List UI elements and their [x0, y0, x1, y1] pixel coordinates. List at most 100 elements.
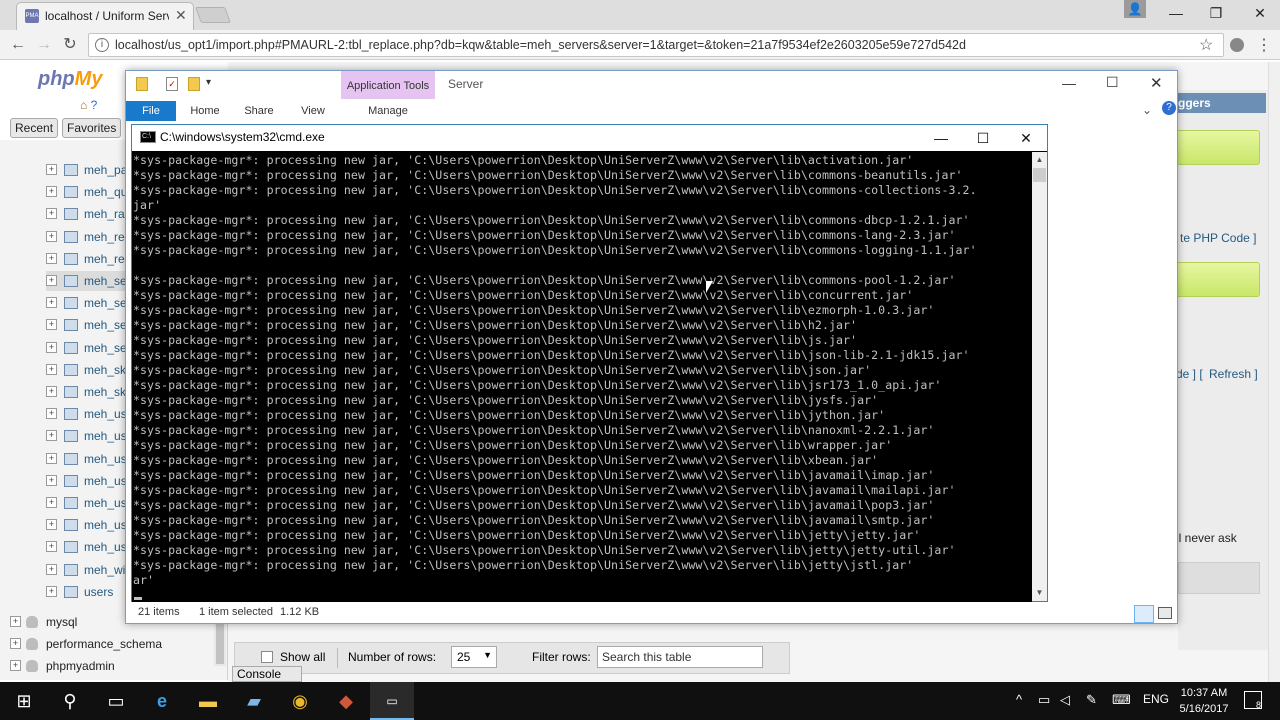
pen-icon[interactable]: ✎: [1086, 692, 1097, 708]
tab-close-icon[interactable]: ✕: [175, 7, 187, 24]
explorer-minimize-icon[interactable]: —: [1062, 75, 1076, 91]
expand-plus-icon[interactable]: +: [46, 341, 57, 353]
phpmyadmin-logo[interactable]: phpMy: [38, 68, 102, 91]
expand-plus-icon[interactable]: +: [46, 541, 57, 553]
forward-arrow-icon[interactable]: →: [34, 35, 54, 55]
cmd-scroll-thumb[interactable]: [1033, 168, 1046, 182]
large-icons-view-icon[interactable]: [1158, 607, 1172, 619]
cmd-minimize-icon[interactable]: —: [926, 128, 956, 148]
expand-plus-icon[interactable]: +: [10, 638, 21, 649]
taskbar-cmd-button[interactable]: ▭: [370, 682, 414, 720]
explorer-help-icon[interactable]: ?: [1162, 101, 1176, 115]
new-folder-icon[interactable]: [188, 77, 200, 91]
expand-plus-icon[interactable]: +: [46, 164, 57, 175]
browser-tab[interactable]: PMA localhost / Uniform Serve ✕: [16, 2, 194, 30]
close-icon[interactable]: ✕: [1248, 4, 1272, 22]
back-arrow-icon[interactable]: ←: [8, 35, 28, 55]
ribbon-tab-manage[interactable]: Manage: [341, 101, 435, 121]
ribbon-tab-view[interactable]: View: [290, 101, 336, 121]
expand-plus-icon[interactable]: +: [46, 208, 57, 220]
recent-button[interactable]: Recent: [10, 118, 59, 138]
cmd-console-output[interactable]: *sys-package-mgr*: processing new jar, '…: [132, 152, 1032, 602]
sidebar-item-database[interactable]: + performance_schema: [10, 634, 210, 654]
cmd-scrollbar[interactable]: ▲ ▼: [1032, 152, 1047, 601]
file-explorer-icon[interactable]: ▬: [194, 688, 222, 714]
expand-plus-icon[interactable]: +: [46, 386, 57, 397]
extension-icon[interactable]: [1230, 38, 1244, 52]
keyboard-icon[interactable]: ⌨: [1112, 692, 1131, 708]
ribbon-tab-file[interactable]: File: [126, 101, 176, 121]
ribbon-tab-share[interactable]: Share: [236, 101, 282, 121]
show-all-checkbox[interactable]: [261, 651, 273, 663]
sidebar-item-database[interactable]: + phpmyadmin: [10, 656, 210, 676]
language-indicator[interactable]: ENG: [1143, 692, 1169, 706]
console-toggle[interactable]: Console: [232, 666, 302, 682]
notes-app-icon[interactable]: ▰: [240, 688, 268, 714]
action-center-icon[interactable]: 8: [1244, 691, 1262, 710]
network-icon[interactable]: ▭: [1038, 692, 1050, 708]
details-view-icon[interactable]: [1134, 605, 1154, 623]
tab-triggers[interactable]: ggers: [1170, 93, 1266, 113]
cmd-maximize-icon[interactable]: ☐: [968, 128, 998, 148]
expand-plus-icon[interactable]: +: [46, 563, 57, 575]
expand-plus-icon[interactable]: +: [46, 585, 57, 597]
browser-tab-strip: PMA localhost / Uniform Serve ✕ 👤 — ❐ ✕: [0, 0, 1280, 30]
app-icon[interactable]: ◆: [332, 688, 360, 714]
table-icon: [64, 275, 78, 287]
properties-icon[interactable]: ✓: [166, 77, 178, 91]
explorer-maximize-icon[interactable]: ☐: [1106, 74, 1119, 91]
restore-icon[interactable]: ❐: [1204, 4, 1228, 22]
edge-browser-icon[interactable]: e: [148, 688, 176, 714]
scroll-up-arrow-icon[interactable]: ▲: [1032, 152, 1047, 168]
minimize-icon[interactable]: —: [1164, 4, 1188, 22]
info-icon[interactable]: i: [95, 38, 109, 52]
expand-plus-icon[interactable]: +: [46, 186, 57, 198]
address-bar[interactable]: i localhost/us_opt1/import.php#PMAURL-2:…: [88, 33, 1224, 57]
favorites-button[interactable]: Favorites: [62, 118, 122, 138]
user-profile-icon[interactable]: 👤: [1124, 0, 1146, 18]
filter-rows-input[interactable]: Search this table: [597, 646, 763, 668]
windows-start-icon[interactable]: ⊞: [10, 688, 38, 714]
taskbar-clock[interactable]: 10:37 AM 5/16/2017: [1176, 685, 1232, 717]
browser-tab-title: localhost / Uniform Serve: [45, 9, 169, 23]
create-php-code-link[interactable]: te PHP Code ]: [1180, 231, 1257, 245]
url-text[interactable]: localhost/us_opt1/import.php#PMAURL-2:tb…: [115, 38, 1195, 54]
expand-plus-icon[interactable]: +: [46, 408, 57, 420]
rows-select[interactable]: 25 ▼: [451, 646, 497, 668]
expand-plus-icon[interactable]: +: [46, 230, 57, 242]
expand-plus-icon[interactable]: +: [10, 616, 21, 627]
volume-icon[interactable]: ◁: [1060, 692, 1070, 708]
ribbon-tab-home[interactable]: Home: [182, 101, 228, 121]
menu-kebab-icon[interactable]: ⋮: [1256, 35, 1272, 55]
new-tab-button[interactable]: [195, 7, 231, 23]
explorer-close-icon[interactable]: ✕: [1150, 74, 1163, 92]
page-scrollbar[interactable]: [1268, 62, 1280, 682]
qat-dropdown-icon[interactable]: ▾: [206, 77, 211, 88]
expand-plus-icon[interactable]: +: [46, 474, 57, 486]
reload-icon[interactable]: ↻: [60, 35, 80, 55]
pma-docs-icon[interactable]: ?: [91, 98, 98, 112]
expand-plus-icon[interactable]: +: [46, 363, 57, 375]
expand-plus-icon[interactable]: +: [10, 660, 21, 671]
bookmark-star-icon[interactable]: ☆: [1199, 35, 1213, 55]
task-view-icon[interactable]: ▭: [102, 688, 130, 714]
cmd-close-icon[interactable]: ✕: [1011, 128, 1041, 148]
expand-plus-icon[interactable]: +: [46, 297, 57, 309]
tray-chevron-up-icon[interactable]: ^: [1016, 692, 1022, 707]
expand-plus-icon[interactable]: +: [46, 252, 57, 264]
scroll-down-arrow-icon[interactable]: ▼: [1032, 585, 1047, 601]
expand-plus-icon[interactable]: +: [46, 519, 57, 531]
edit-inline-link[interactable]: de ] [: [1176, 367, 1203, 381]
search-icon[interactable]: ⚲: [56, 688, 84, 714]
pma-home-icon[interactable]: ⌂ ?: [80, 98, 124, 114]
expand-plus-icon[interactable]: +: [46, 319, 57, 331]
expand-plus-icon[interactable]: +: [46, 497, 57, 508]
expand-plus-icon[interactable]: +: [46, 452, 57, 464]
cmd-app-icon[interactable]: C:\: [140, 131, 156, 143]
folder-icon[interactable]: [136, 77, 148, 91]
chrome-icon[interactable]: ◉: [286, 688, 314, 714]
ribbon-expand-icon[interactable]: ⌄: [1142, 103, 1152, 117]
refresh-link[interactable]: Refresh ]: [1209, 367, 1258, 381]
expand-plus-icon[interactable]: +: [46, 275, 57, 286]
expand-plus-icon[interactable]: +: [46, 430, 57, 442]
